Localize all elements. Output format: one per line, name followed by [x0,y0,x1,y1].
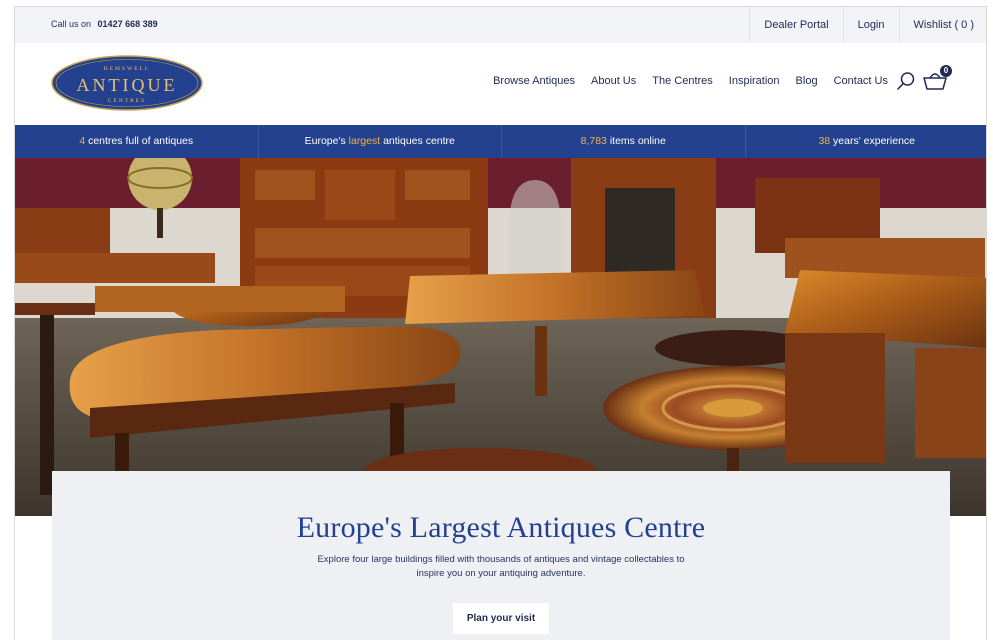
nav-about-us[interactable]: About Us [591,75,636,87]
plan-visit-button[interactable]: Plan your visit [452,603,550,634]
main-nav: Browse Antiques About Us The Centres Ins… [493,75,888,87]
stat-largest-pre: Europe's [304,135,349,147]
nav-contact-us[interactable]: Contact Us [834,75,888,87]
hero-title: Europe's Largest Antiques Centre [296,511,706,544]
nav-blog[interactable]: Blog [796,75,818,87]
stat-largest: Europe's largest antiques centre [259,125,502,158]
stat-years: 38 years' experience [746,125,987,158]
page-frame: Call us on 01427 668 389 Dealer Portal L… [14,6,987,640]
site-logo[interactable]: HEMSWELL ANTIQUE CENTRES [51,55,203,111]
stat-largest-highlight: largest [348,135,381,147]
stat-items-number: 8,783 [580,135,607,147]
stat-largest-post: antiques centre [380,135,455,147]
logo-line2: ANTIQUE [77,75,178,95]
phone-number[interactable]: 01427 668 389 [98,19,158,29]
site-header: HEMSWELL ANTIQUE CENTRES Browse Antiques… [15,43,986,125]
call-us: Call us on 01427 668 389 [51,19,158,29]
top-bar: Call us on 01427 668 389 Dealer Portal L… [15,7,987,43]
wishlist-link[interactable]: Wishlist ( 0 ) [898,7,987,43]
stat-years-text: years' experience [830,135,916,147]
nav-browse-antiques[interactable]: Browse Antiques [493,75,575,87]
nav-the-centres[interactable]: The Centres [652,75,713,87]
logo-line3: CENTRES [108,98,146,104]
hero-subtitle: Explore four large buildings filled with… [317,554,685,579]
stat-items: 8,783 items online [502,125,746,158]
hero-image [15,158,986,516]
logo-line1: HEMSWELL [104,66,151,72]
stat-centres: 4 centres full of antiques [15,125,259,158]
nav-inspiration[interactable]: Inspiration [729,75,780,87]
dealer-portal-link[interactable]: Dealer Portal [749,7,842,43]
stat-centres-text: centres full of antiques [85,135,194,147]
hero-card: Europe's Largest Antiques Centre Explore… [52,471,950,640]
stats-bar: 4 centres full of antiques Europe's larg… [15,125,987,158]
basket-count-badge: 0 [940,65,952,77]
stat-items-text: items online [606,135,666,147]
search-icon[interactable] [896,71,916,91]
call-label: Call us on [51,19,92,29]
login-link[interactable]: Login [842,7,899,43]
top-links: Dealer Portal Login Wishlist ( 0 ) [749,7,987,43]
stat-years-number: 38 [818,135,831,147]
